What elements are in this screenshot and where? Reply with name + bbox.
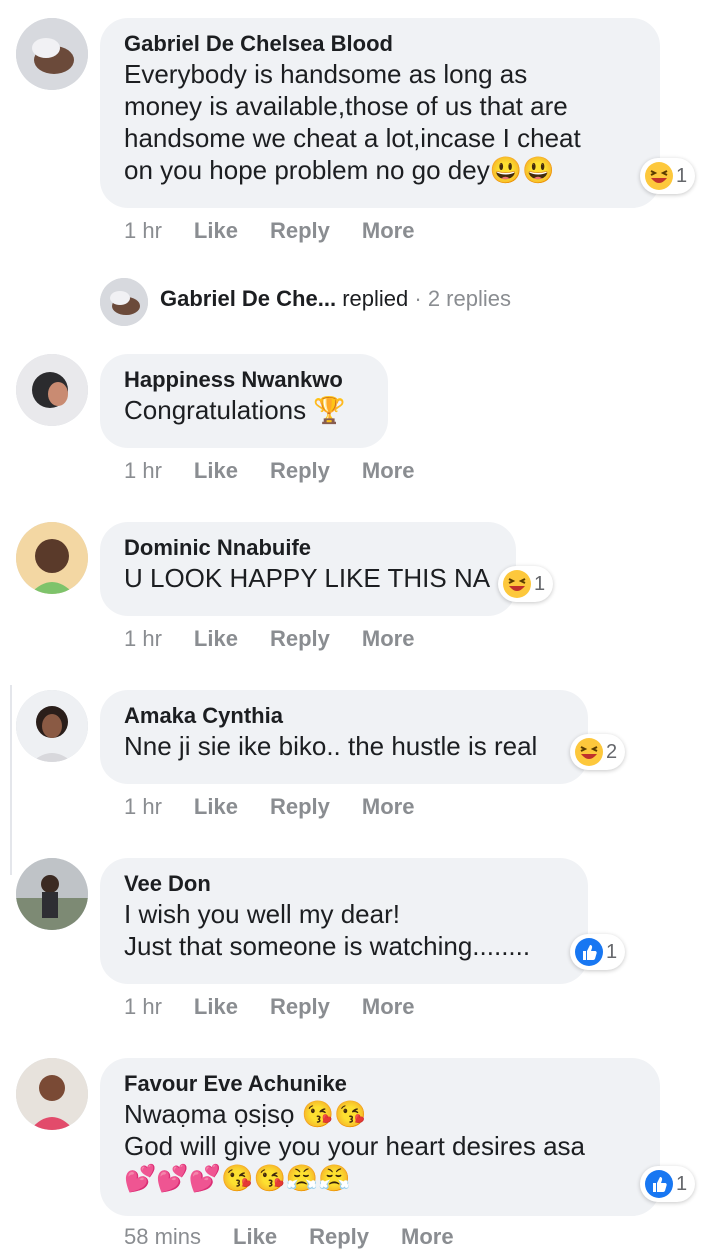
reaction-count: 1 <box>676 1172 688 1195</box>
timestamp[interactable]: 58 mins <box>124 1224 201 1250</box>
comment-actions: 1 hr Like Reply More <box>124 794 446 820</box>
comment-actions: 1 hr Like Reply More <box>124 626 446 652</box>
laughing-emoji-icon <box>503 570 531 598</box>
comment-actions: 1 hr Like Reply More <box>124 218 446 244</box>
thumbs-up-icon <box>645 1170 673 1198</box>
reply-count: 2 replies <box>427 286 511 311</box>
reaction-count: 1 <box>676 164 688 187</box>
reply-summary[interactable]: Gabriel De Che... replied · 2 replies <box>160 286 511 312</box>
like-button[interactable]: Like <box>194 626 238 652</box>
like-button[interactable]: Like <box>194 458 238 484</box>
avatar[interactable] <box>16 1058 88 1130</box>
avatar[interactable] <box>16 522 88 594</box>
comment-text: Congratulations 🏆 <box>124 395 346 425</box>
more-button[interactable]: More <box>362 794 415 820</box>
like-button[interactable]: Like <box>233 1224 277 1250</box>
laughing-emoji-icon <box>575 738 603 766</box>
comment-bubble: Gabriel De Chelsea Blood Everybody is ha… <box>100 18 660 208</box>
comment-author[interactable]: Vee Don <box>124 870 564 898</box>
reply-button[interactable]: Reply <box>270 218 330 244</box>
reaction-badge[interactable]: 1 <box>640 158 696 194</box>
laughing-emoji-icon <box>645 162 673 190</box>
comment-author[interactable]: Gabriel De Chelsea Blood <box>124 30 636 58</box>
reply-separator: · <box>414 286 422 311</box>
comment-bubble: Vee Don I wish you well my dear! Just th… <box>100 858 588 984</box>
timestamp[interactable]: 1 hr <box>124 458 162 484</box>
avatar[interactable] <box>16 18 88 90</box>
comment-actions: 1 hr Like Reply More <box>124 458 446 484</box>
comment-bubble: Happiness Nwankwo Congratulations 🏆 <box>100 354 388 448</box>
reply-button[interactable]: Reply <box>270 458 330 484</box>
more-button[interactable]: More <box>362 994 415 1020</box>
timestamp[interactable]: 1 hr <box>124 994 162 1020</box>
reply-button[interactable]: Reply <box>270 794 330 820</box>
timestamp[interactable]: 1 hr <box>124 794 162 820</box>
comment-bubble: Favour Eve Achunike Nwaọma ọsịsọ 😘😘 God … <box>100 1058 660 1216</box>
comment-bubble: Dominic Nnabuife U LOOK HAPPY LIKE THIS … <box>100 522 516 616</box>
like-button[interactable]: Like <box>194 794 238 820</box>
more-button[interactable]: More <box>362 218 415 244</box>
avatar[interactable] <box>16 354 88 426</box>
more-button[interactable]: More <box>362 458 415 484</box>
comment-actions: 58 mins Like Reply More <box>124 1224 486 1250</box>
reaction-badge[interactable]: 1 <box>498 566 554 602</box>
comment-text: U LOOK HAPPY LIKE THIS NA <box>124 563 491 593</box>
reaction-count: 1 <box>606 940 618 963</box>
timestamp[interactable]: 1 hr <box>124 626 162 652</box>
reaction-badge[interactable]: 1 <box>640 1166 696 1202</box>
avatar[interactable] <box>16 690 88 762</box>
reply-button[interactable]: Reply <box>270 626 330 652</box>
reply-button[interactable]: Reply <box>309 1224 369 1250</box>
avatar[interactable] <box>16 858 88 930</box>
comment-actions: 1 hr Like Reply More <box>124 994 446 1020</box>
more-button[interactable]: More <box>362 626 415 652</box>
comment-author[interactable]: Amaka Cynthia <box>124 702 564 730</box>
comment-text: Nwaọma ọsịsọ 😘😘 God will give you your h… <box>124 1099 586 1193</box>
reaction-badge[interactable]: 1 <box>570 934 626 970</box>
divider <box>10 685 12 875</box>
comment-author[interactable]: Happiness Nwankwo <box>124 366 364 394</box>
reaction-badge[interactable]: 2 <box>570 734 626 770</box>
like-button[interactable]: Like <box>194 994 238 1020</box>
comment-author[interactable]: Dominic Nnabuife <box>124 534 492 562</box>
timestamp[interactable]: 1 hr <box>124 218 162 244</box>
reply-action: replied <box>342 286 409 311</box>
comment-text: Nne ji sie ike biko.. the hustle is real <box>124 731 538 761</box>
like-button[interactable]: Like <box>194 218 238 244</box>
thumbs-up-icon <box>575 938 603 966</box>
reaction-count: 1 <box>534 572 546 595</box>
reaction-count: 2 <box>606 740 618 763</box>
comment-text: Everybody is handsome as long as money i… <box>124 59 581 185</box>
reply-author: Gabriel De Che... <box>160 286 337 311</box>
comment-bubble: Amaka Cynthia Nne ji sie ike biko.. the … <box>100 690 588 784</box>
more-button[interactable]: More <box>401 1224 454 1250</box>
comment-author[interactable]: Favour Eve Achunike <box>124 1070 636 1098</box>
reply-button[interactable]: Reply <box>270 994 330 1020</box>
comment-text: I wish you well my dear! Just that someo… <box>124 899 531 961</box>
reply-avatar[interactable] <box>100 278 148 326</box>
